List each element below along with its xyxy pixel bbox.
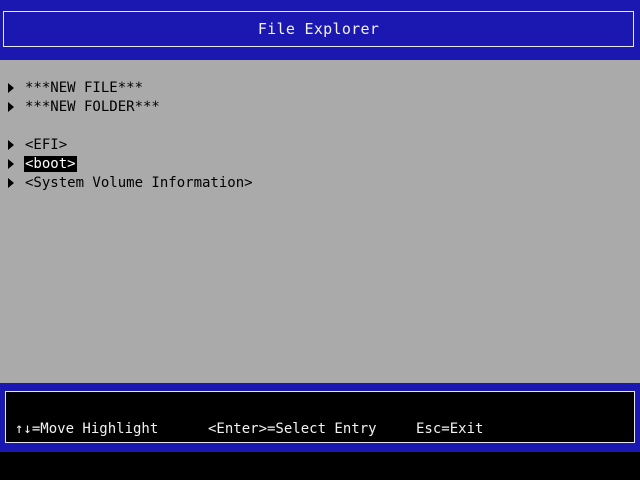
triangle-right-icon <box>8 140 14 150</box>
triangle-right-icon <box>8 83 14 93</box>
list-item-new-folder[interactable]: ***NEW FOLDER*** <box>8 98 161 116</box>
list-item-label: <boot> <box>24 156 77 172</box>
list-item-label: ***NEW FOLDER*** <box>25 99 160 115</box>
list-item-efi[interactable]: <EFI> <box>8 136 68 154</box>
list-item-label: ***NEW FILE*** <box>25 80 144 96</box>
list-item-label: <System Volume Information> <box>25 175 253 191</box>
triangle-right-icon <box>8 102 14 112</box>
triangle-right-icon <box>8 159 14 169</box>
page-title: File Explorer <box>257 20 380 38</box>
title-frame: File Explorer <box>3 11 634 47</box>
list-item-boot[interactable]: <boot> <box>8 155 77 173</box>
footer-bar <box>0 383 640 452</box>
list-item-system-volume-information[interactable]: <System Volume Information> <box>8 174 254 192</box>
triangle-right-icon <box>8 178 14 188</box>
header-bar: File Explorer <box>0 0 640 60</box>
hint-move-highlight: ↑↓=Move Highlight <box>15 421 159 437</box>
list-item-label: <EFI> <box>25 137 68 153</box>
list-item-new-file[interactable]: ***NEW FILE*** <box>8 79 144 97</box>
hint-select-entry: <Enter>=Select Entry <box>208 421 377 437</box>
hint-exit: Esc=Exit <box>416 421 484 437</box>
file-list-panel: ***NEW FILE*** ***NEW FOLDER*** <EFI> <b… <box>0 60 640 383</box>
bottom-strip <box>0 452 640 480</box>
